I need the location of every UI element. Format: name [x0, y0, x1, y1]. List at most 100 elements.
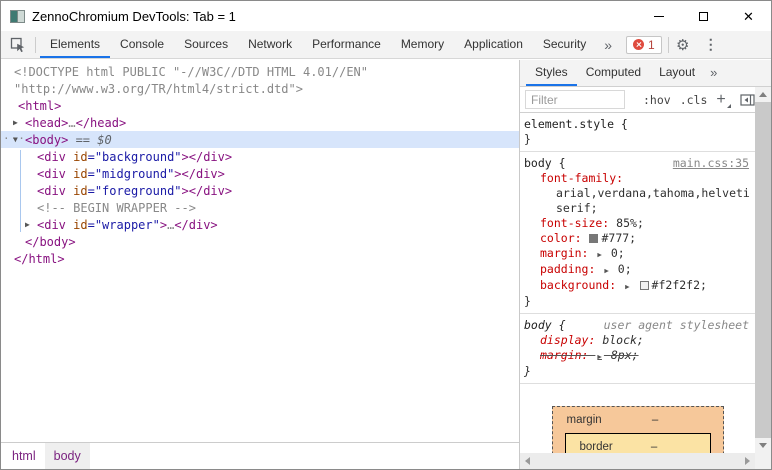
- style-rules-list: element.style {} body { main.css:35font-fa…: [520, 113, 755, 453]
- box-model-border[interactable]: border–padding–: [565, 433, 711, 453]
- css-property[interactable]: font-family:: [524, 171, 751, 186]
- crumb-html[interactable]: html: [3, 443, 45, 469]
- expand-icon[interactable]: ▶: [595, 250, 604, 259]
- css-property[interactable]: background: ▶ #f2f2f2;: [524, 278, 751, 294]
- error-count: 1: [648, 38, 655, 52]
- css-property[interactable]: margin: ▶ 8px;: [524, 348, 751, 364]
- dom-tree-row[interactable]: <!-- BEGIN WRAPPER -->: [1, 199, 519, 216]
- crumb-body[interactable]: body: [45, 443, 90, 469]
- expand-icon[interactable]: ▶: [623, 282, 632, 291]
- tab-console[interactable]: Console: [110, 31, 174, 58]
- code-segment: >: [160, 218, 167, 232]
- dom-tree-row[interactable]: ···▼<body> == $0: [1, 131, 519, 148]
- rule-header: body { main.css:35: [524, 156, 751, 171]
- expand-icon[interactable]: ▶: [13, 118, 18, 127]
- color-swatch[interactable]: [589, 234, 598, 243]
- dom-tree-row[interactable]: ▶<head>…</head>: [1, 114, 519, 131]
- tab-network[interactable]: Network: [238, 31, 302, 58]
- arrow-left-icon[interactable]: [525, 457, 530, 465]
- tab-sources[interactable]: Sources: [174, 31, 238, 58]
- margin-label: margin: [567, 413, 602, 428]
- horizontal-scrollbar[interactable]: [520, 453, 755, 469]
- code-segment: </head>: [76, 116, 127, 130]
- dom-tree-row[interactable]: <div id="foreground"></div>: [1, 182, 519, 199]
- rule-selector[interactable]: body {: [524, 318, 566, 333]
- code-segment: </div>: [174, 218, 217, 232]
- css-property[interactable]: padding: ▶ 0;: [524, 262, 751, 278]
- close-button[interactable]: ✕: [726, 1, 771, 31]
- devtools-window: ZennoChromium DevTools: Tab = 1 ✕ Elemen…: [0, 0, 772, 470]
- border-value: –: [613, 440, 696, 454]
- css-property[interactable]: font-size: 85%;: [524, 216, 751, 231]
- rule-selector[interactable]: element.style {: [524, 117, 628, 132]
- sidebar-tab-styles[interactable]: Styles: [526, 60, 577, 86]
- dom-tree-row[interactable]: </body>: [1, 233, 519, 250]
- tab-performance[interactable]: Performance: [302, 31, 391, 58]
- property-name: margin:: [540, 246, 595, 260]
- color-swatch[interactable]: [640, 281, 649, 290]
- tab-application[interactable]: Application: [454, 31, 533, 58]
- inspect-element-button[interactable]: [1, 31, 35, 58]
- margin-value: –: [602, 413, 709, 428]
- maximize-icon: [699, 12, 708, 21]
- margin-label-row: margin–: [553, 407, 723, 433]
- scrollbar-thumb[interactable]: [755, 102, 771, 438]
- tab-elements[interactable]: Elements: [40, 31, 110, 58]
- css-property[interactable]: color: #777;: [524, 231, 751, 246]
- arrow-down-icon: [759, 443, 767, 448]
- minimize-button[interactable]: [636, 1, 681, 31]
- property-value: 0;: [611, 246, 625, 260]
- new-style-rule-button[interactable]: +: [716, 92, 730, 108]
- expand-icon[interactable]: ▶: [25, 220, 30, 229]
- property-value-line: serif;: [524, 201, 751, 216]
- sidebar-more-chevron[interactable]: »: [704, 60, 723, 86]
- vertical-scrollbar[interactable]: [755, 87, 771, 453]
- rule-close-brace: }: [524, 364, 751, 379]
- elements-panel: <!DOCTYPE html PUBLIC "-//W3C//DTD HTML …: [1, 60, 520, 469]
- code-segment: ="background": [88, 150, 182, 164]
- dom-tree-row[interactable]: <!DOCTYPE html PUBLIC "-//W3C//DTD HTML …: [1, 63, 519, 80]
- element-classes-button[interactable]: .cls: [680, 93, 708, 107]
- toggle-computed-sidebar-button[interactable]: [740, 93, 755, 107]
- settings-button[interactable]: ⚙: [669, 31, 697, 58]
- property-value: #f2f2f2;: [652, 278, 707, 292]
- tab-memory[interactable]: Memory: [391, 31, 454, 58]
- css-property[interactable]: margin: ▶ 0;: [524, 246, 751, 262]
- dom-tree-row[interactable]: </html>: [1, 250, 519, 267]
- stylesheet-link[interactable]: main.css:35: [673, 156, 751, 171]
- dom-tree-row[interactable]: <html>: [1, 97, 519, 114]
- sidebar-tab-computed[interactable]: Computed: [577, 60, 650, 86]
- box-model-margin[interactable]: margin–border–padding–: [552, 406, 724, 453]
- arrow-right-icon[interactable]: [745, 457, 750, 465]
- toggle-element-state-button[interactable]: :hov: [643, 93, 671, 107]
- expand-icon[interactable]: ▶: [602, 266, 611, 275]
- property-value: 85%;: [616, 216, 644, 230]
- sidebar-tab-layout[interactable]: Layout: [650, 60, 704, 86]
- maximize-button[interactable]: [681, 1, 726, 31]
- code-segment: </html>: [14, 252, 65, 266]
- code-segment: id: [66, 218, 88, 232]
- dom-tree-row[interactable]: <div id="background"></div>: [1, 148, 519, 165]
- code-segment: id: [66, 167, 88, 181]
- console-error-badge[interactable]: 1: [626, 36, 662, 54]
- code-segment: "http://www.w3.org/TR/html4/strict.dtd">: [14, 82, 303, 96]
- expand-icon[interactable]: ▶: [595, 352, 604, 361]
- rule-close-brace: }: [524, 132, 751, 147]
- tab-security[interactable]: Security: [533, 31, 596, 58]
- kebab-menu-icon: ⋮: [704, 36, 718, 53]
- error-icon: [633, 39, 644, 50]
- dom-tree-row[interactable]: "http://www.w3.org/TR/html4/strict.dtd">: [1, 80, 519, 97]
- rule-selector[interactable]: body {: [524, 156, 566, 171]
- css-property[interactable]: display: block;: [524, 333, 751, 348]
- scroll-down-button[interactable]: [755, 438, 771, 453]
- scroll-up-button[interactable]: [755, 87, 771, 102]
- collapse-icon[interactable]: ▼: [13, 135, 18, 144]
- sidebar-tabs: StylesComputedLayout»: [520, 60, 771, 87]
- code-segment: <!-- BEGIN WRAPPER -->: [37, 201, 196, 215]
- code-segment: <div: [37, 167, 66, 181]
- dom-tree-row[interactable]: ▶<div id="wrapper">…</div>: [1, 216, 519, 233]
- more-tabs-chevron[interactable]: »: [596, 31, 620, 58]
- styles-filter-input[interactable]: [525, 90, 625, 109]
- main-menu-button[interactable]: ⋮: [697, 31, 725, 58]
- dom-tree-row[interactable]: <div id="midground"></div>: [1, 165, 519, 182]
